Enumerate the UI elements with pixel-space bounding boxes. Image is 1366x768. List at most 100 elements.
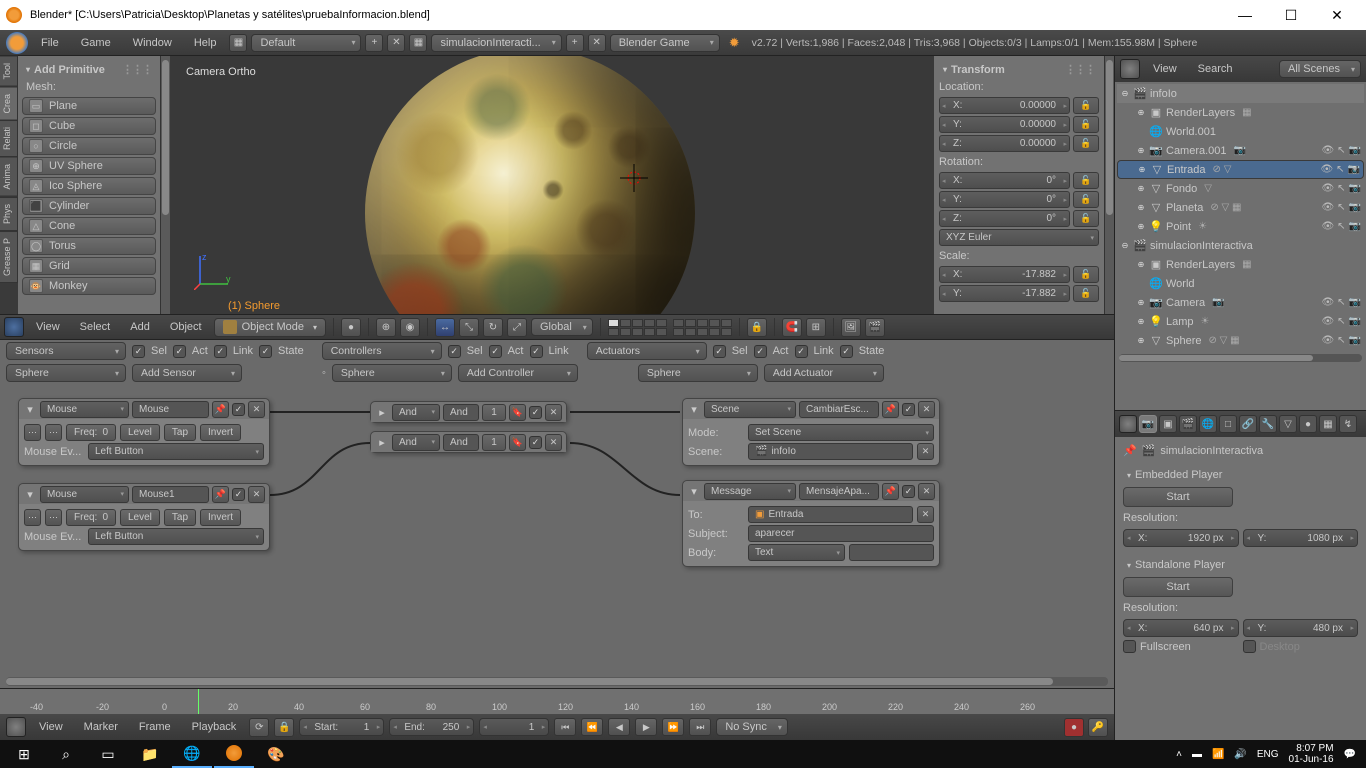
primitive-monkey-button[interactable]: 🐵Monkey — [22, 277, 156, 295]
render-icon[interactable]: 📷 — [1349, 335, 1361, 346]
sensor-brick-2[interactable]: ▾MouseMouse1📌✕ ⋯⋯Freq:0LevelTapInvert Mo… — [18, 483, 270, 551]
active-check[interactable] — [232, 488, 245, 501]
add-primitive-header[interactable]: Add Primitive⋮⋮⋮ — [22, 60, 156, 79]
npanel-scrollbar[interactable] — [1104, 56, 1114, 314]
primitive-cone-button[interactable]: △Cone — [22, 217, 156, 235]
rotation-z-field[interactable]: Z:0° — [939, 210, 1070, 227]
scene-field[interactable]: 🎬infoIo — [748, 443, 913, 460]
battery-icon[interactable]: ▬ — [1192, 749, 1202, 760]
cursor-icon[interactable]: ↖ — [1337, 145, 1345, 156]
end-frame-field[interactable]: End:250 — [389, 718, 474, 736]
body-text-field[interactable] — [849, 544, 934, 561]
expand-icon[interactable]: ⊕ — [1136, 203, 1146, 212]
mark-icon[interactable]: 🔖 — [509, 404, 526, 421]
modifiers-tab-icon[interactable]: 🔧 — [1259, 415, 1277, 433]
pulse-false-icon[interactable]: ⋯ — [45, 509, 62, 526]
expand-icon[interactable]: ⊖ — [1120, 241, 1130, 250]
location-y-field[interactable]: Y:0.00000 — [939, 116, 1070, 133]
ctrl-sel-check[interactable] — [448, 345, 461, 358]
physics-tab-icon[interactable]: ↯ — [1339, 415, 1357, 433]
clock[interactable]: 8:07 PM01-Jun-16 — [1289, 743, 1334, 765]
ctrl-type-dropdown[interactable]: And — [392, 404, 440, 421]
render-icon[interactable]: 📷 — [1349, 316, 1361, 327]
mouse-event-dropdown[interactable]: Left Button — [88, 443, 264, 460]
delete-icon[interactable]: ✕ — [918, 401, 935, 418]
active-check[interactable] — [529, 436, 542, 449]
standalone-player-header[interactable]: Standalone Player — [1123, 556, 1358, 574]
cursor-icon[interactable]: ↖ — [1337, 202, 1345, 213]
menu-window[interactable]: Window — [124, 34, 181, 52]
sensor-type-dropdown[interactable]: Mouse — [40, 401, 129, 418]
blender-logo-icon[interactable] — [6, 32, 28, 54]
wifi-icon[interactable]: 📶 — [1212, 749, 1224, 760]
add-actuator-dropdown[interactable]: Add Actuator — [764, 364, 884, 382]
minimize-button[interactable]: — — [1222, 0, 1268, 30]
play-icon[interactable]: ▶ — [635, 718, 657, 736]
sensors-dropdown[interactable]: Sensors — [6, 342, 126, 360]
actuator-brick-message[interactable]: ▾MessageMensajeApa...📌✕ To:▣Entrada✕ Sub… — [682, 480, 940, 567]
expand-icon[interactable]: ⊕ — [1136, 222, 1146, 231]
layout-delete-icon[interactable]: ✕ — [387, 34, 405, 52]
toolshelf-scrollbar[interactable] — [160, 56, 170, 314]
outliner-item[interactable]: ⊕▽Fondo▽👁↖📷 — [1117, 179, 1364, 198]
delete-icon[interactable]: ✕ — [545, 404, 562, 421]
ctrl-link-check[interactable] — [530, 345, 543, 358]
tl-menu-marker[interactable]: Marker — [76, 718, 126, 736]
clear-icon[interactable]: ✕ — [917, 443, 934, 460]
embedded-y-field[interactable]: Y:1080 px — [1243, 529, 1359, 547]
vp-menu-view[interactable]: View — [28, 318, 68, 336]
paint-icon[interactable]: 🎨 — [256, 740, 296, 768]
pin-icon[interactable]: 📌 — [212, 486, 229, 503]
ctrl-type-dropdown[interactable]: And — [392, 434, 440, 451]
expand-icon[interactable]: ⊕ — [1136, 336, 1146, 345]
primitive-uv-sphere-button[interactable]: ⊕UV Sphere — [22, 157, 156, 175]
notifications-icon[interactable]: 💬 — [1344, 749, 1356, 760]
fullscreen-check[interactable] — [1123, 640, 1136, 653]
sensor-name-field[interactable]: Mouse — [132, 401, 209, 418]
play-reverse-icon[interactable]: ◀ — [608, 718, 630, 736]
translate-manipulator-icon[interactable]: ⤡ — [459, 318, 479, 337]
sensor-brick-1[interactable]: ▾MouseMouse📌✕ ⋯⋯Freq:0LevelTapInvert Mou… — [18, 398, 270, 466]
outliner-item[interactable]: ⊕📷Camera📷👁↖📷 — [1117, 293, 1364, 312]
autokey-icon[interactable]: ● — [1064, 718, 1084, 737]
sensors-sel-check[interactable] — [132, 345, 145, 358]
eye-icon[interactable]: 👁 — [1320, 164, 1333, 175]
cursor-icon[interactable]: ↖ — [1337, 297, 1345, 308]
pin-icon[interactable]: 📌 — [882, 483, 899, 500]
ctrl-name-field[interactable]: And — [443, 404, 479, 421]
editor-type-timeline-icon[interactable] — [6, 717, 26, 737]
mode-dropdown[interactable]: Object Mode▾ — [214, 318, 326, 337]
level-button[interactable]: Level — [120, 509, 160, 526]
out-menu-search[interactable]: Search — [1190, 60, 1241, 78]
eye-icon[interactable]: 👁 — [1321, 221, 1334, 232]
tl-menu-view[interactable]: View — [31, 718, 71, 736]
collapse-icon[interactable]: ▾ — [23, 401, 37, 418]
render-anim-icon[interactable]: 🎬 — [865, 318, 885, 337]
lang-indicator[interactable]: ENG — [1257, 749, 1279, 760]
vp-menu-select[interactable]: Select — [72, 318, 119, 336]
search-icon[interactable]: ⌕ — [46, 740, 86, 768]
collapse-icon[interactable]: ▾ — [687, 401, 701, 418]
tap-button[interactable]: Tap — [164, 424, 196, 441]
expand-icon[interactable]: ⊕ — [1136, 260, 1146, 269]
tray-chevron-icon[interactable]: ˄ — [1176, 749, 1182, 760]
render-icon[interactable]: 📷 — [1349, 183, 1361, 194]
vp-menu-add[interactable]: Add — [122, 318, 158, 336]
render-icon[interactable]: 📷 — [1349, 221, 1361, 232]
toolshelf-tab-create[interactable]: Crea — [0, 87, 18, 121]
rotation-lock-icon[interactable]: 🔓 — [1073, 210, 1099, 227]
primitive-plane-button[interactable]: ▭Plane — [22, 97, 156, 115]
timeline-ruler[interactable]: -40-200204060801001201401601802002202402… — [0, 689, 1114, 714]
outliner-item[interactable]: ⊕📷Camera.001📷👁↖📷 — [1117, 141, 1364, 160]
outliner-item[interactable]: ⊖🎬infoIo — [1117, 84, 1364, 103]
sensors-link-check[interactable] — [214, 345, 227, 358]
clear-icon[interactable]: ✕ — [917, 506, 934, 523]
expand-icon[interactable]: ⊕ — [1136, 108, 1146, 117]
actuator-name-field[interactable]: MensajeApa... — [799, 483, 879, 500]
pin-icon[interactable]: 📌 — [882, 401, 899, 418]
scene-tab-icon[interactable]: 🎬 — [1179, 415, 1197, 433]
tap-button[interactable]: Tap — [164, 509, 196, 526]
rotation-lock-icon[interactable]: 🔓 — [1073, 172, 1099, 189]
volume-icon[interactable]: 🔊 — [1234, 749, 1246, 760]
expand-icon[interactable]: ⊕ — [1136, 317, 1146, 326]
